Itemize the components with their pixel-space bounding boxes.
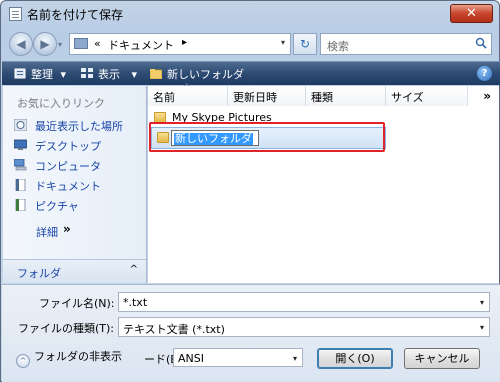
sidebar-item-label: 最近表示した場所 <box>35 120 123 133</box>
organize-label: 整理 <box>31 68 53 81</box>
encoding-value: ANSI <box>178 352 204 365</box>
breadcrumb-overflow[interactable]: « <box>94 37 101 50</box>
address-dropdown-icon[interactable]: ▾ <box>281 38 285 47</box>
hide-folders-button[interactable]: ^ フォルダの非表示 <box>16 348 122 368</box>
more-details-link[interactable]: 詳細 <box>36 224 58 240</box>
cancel-button[interactable]: キャンセル <box>404 348 480 369</box>
new-folder-label: 新しいフォルダ <box>167 68 244 81</box>
chevron-down-icon[interactable]: ▾ <box>293 354 297 363</box>
sidebar-item-label: ピクチャ <box>35 200 79 213</box>
new-folder-button[interactable]: 新しいフォルダ <box>150 66 244 82</box>
chevron-down-icon[interactable]: ▾ <box>480 298 484 307</box>
column-header-modified[interactable]: 更新日時 <box>228 86 306 106</box>
hide-folders-label: フォルダの非表示 <box>34 350 122 363</box>
filetype-label: ファイルの種類(T): <box>18 322 115 335</box>
address-bar[interactable]: « ドキュメント ▸ ▾ <box>69 33 291 55</box>
back-button[interactable]: ◀ <box>9 32 33 56</box>
chevron-right-icon[interactable]: » <box>63 222 71 236</box>
save-form: ファイル名(N): *.txt ▾ ファイルの種類(T): テキスト文書 (*.… <box>2 284 500 382</box>
encoding-select[interactable]: ANSI ▾ <box>173 348 303 367</box>
views-icon <box>81 68 93 78</box>
pictures-icon <box>15 199 26 211</box>
highlight-annotation <box>149 122 385 152</box>
views-dropdown-icon: ▾ <box>131 68 138 81</box>
filename-value: *.txt <box>123 296 148 309</box>
folders-section-header[interactable]: フォルダ ^ <box>3 259 146 283</box>
organize-button[interactable]: 整理 ▾ <box>14 66 66 82</box>
column-type-label: 種類 <box>311 91 333 104</box>
column-header-name[interactable]: 名前 ^ <box>148 83 228 106</box>
recent-places-icon <box>14 119 27 131</box>
new-folder-icon <box>150 69 162 79</box>
desktop-icon <box>14 139 27 150</box>
organize-icon <box>14 68 26 79</box>
column-header-type[interactable]: 種類 <box>306 86 386 106</box>
title-bar: 名前を付けて保存 ✕ <box>1 1 499 27</box>
close-button[interactable]: ✕ <box>450 4 493 23</box>
search-input[interactable]: 検索 <box>320 33 492 55</box>
views-button[interactable]: 表示 ▾ <box>81 66 137 82</box>
organize-dropdown-icon: ▾ <box>60 68 67 81</box>
computer-icon <box>14 159 27 171</box>
filetype-select[interactable]: テキスト文書 (*.txt) ▾ <box>118 317 490 337</box>
save-as-dialog: 名前を付けて保存 ✕ ◀ ▶ ▾ « ドキュメント ▸ ▾ ↻ 検索 整理 ▾ … <box>0 0 500 382</box>
sidebar-item-label: ドキュメント <box>35 180 101 193</box>
filename-label: ファイル名(N): <box>39 297 115 310</box>
sort-ascending-icon: ^ <box>183 83 191 93</box>
help-icon[interactable]: ? <box>477 66 492 81</box>
file-list: 名前 ^ 更新日時 種類 サイズ » My Skype Pictures 新しい… <box>148 83 499 283</box>
address-row: ◀ ▶ ▾ « ドキュメント ▸ ▾ ↻ 検索 <box>3 29 499 59</box>
command-toolbar: 整理 ▾ 表示 ▾ 新しいフォルダ ? <box>2 61 500 85</box>
refresh-button[interactable]: ↻ <box>293 33 317 55</box>
folder-icon <box>74 38 88 49</box>
column-header-size[interactable]: サイズ <box>386 86 468 106</box>
notepad-icon <box>9 7 22 21</box>
forward-button[interactable]: ▶ <box>33 32 57 56</box>
filename-field[interactable]: *.txt ▾ <box>118 292 490 312</box>
filetype-value: テキスト文書 (*.txt) <box>123 323 225 336</box>
search-placeholder: 検索 <box>327 40 349 53</box>
column-modified-label: 更新日時 <box>233 91 277 104</box>
breadcrumb-arrow-icon[interactable]: ▸ <box>182 37 187 48</box>
folders-label: フォルダ <box>17 267 61 280</box>
chevron-down-icon[interactable]: ▾ <box>480 323 484 332</box>
favorite-links-header: お気に入りリンク <box>17 97 105 110</box>
column-size-label: サイズ <box>391 91 424 104</box>
chevron-up-icon: ^ <box>16 354 30 368</box>
sidebar-item-label: デスクトップ <box>35 140 101 153</box>
chevron-up-icon[interactable]: ^ <box>130 264 138 275</box>
search-icon[interactable] <box>475 37 487 49</box>
window-title: 名前を付けて保存 <box>27 8 124 22</box>
open-button[interactable]: 開く(O) <box>317 348 393 369</box>
breadcrumb-documents[interactable]: ドキュメント <box>108 37 174 53</box>
sidebar-item-label: コンピュータ <box>35 160 101 173</box>
more-columns-icon[interactable]: » <box>483 89 491 103</box>
recent-pages-dropdown[interactable]: ▾ <box>58 40 62 49</box>
documents-icon <box>15 179 26 191</box>
navigation-pane: お気に入りリンク 最近表示した場所 デスクトップ コンピュータ ドキュメント ピ… <box>3 86 147 283</box>
views-label: 表示 <box>98 68 120 81</box>
column-name-label: 名前 <box>153 91 175 104</box>
